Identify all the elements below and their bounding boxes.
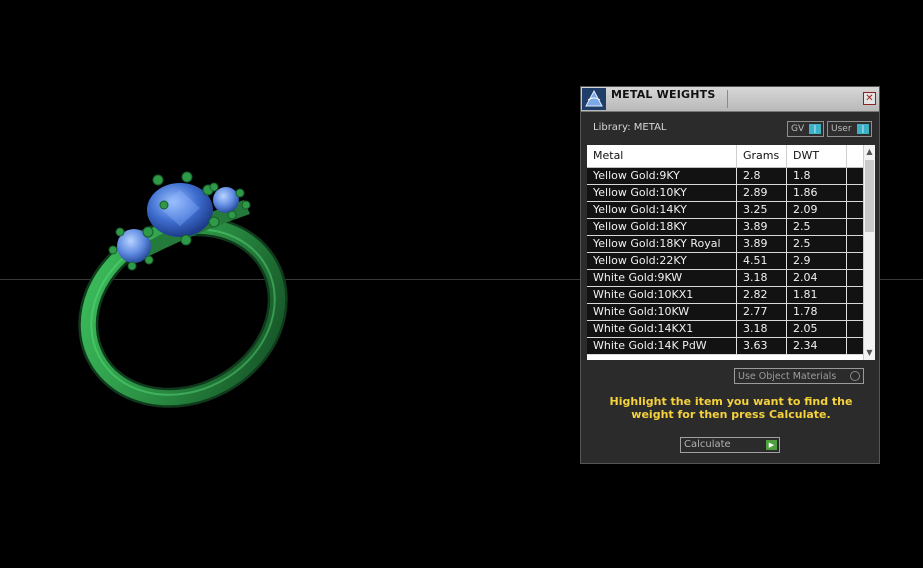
cell-spare [847, 202, 863, 218]
table-row[interactable]: Yellow Gold:10KY 2.89 1.86 [587, 185, 863, 202]
cell-dwt: 1.8 [787, 168, 847, 184]
cell-metal: White Gold:14KX1 [587, 321, 737, 337]
library-label: Library: METAL [593, 122, 667, 133]
calculate-button[interactable]: Calculate ▶ [680, 437, 780, 453]
table-row[interactable]: Yellow Gold:9KY 2.8 1.8 [587, 168, 863, 185]
cell-dwt: 2.05 [787, 321, 847, 337]
table-row[interactable]: Yellow Gold:18KY 3.89 2.5 [587, 219, 863, 236]
app-logo-icon [582, 88, 606, 110]
scroll-up-icon[interactable]: ▲ [864, 147, 875, 157]
table-row[interactable]: White Gold:14K PdW 3.63 2.34 [587, 338, 863, 355]
table-scrollbar[interactable]: ▲ ▼ [863, 145, 875, 360]
table-body: Yellow Gold:9KY 2.8 1.8 Yellow Gold:10KY 2.8… [587, 168, 863, 355]
cell-spare [847, 185, 863, 201]
table-row[interactable]: White Gold:10KW 2.77 1.78 [587, 304, 863, 321]
calculate-label: Calculate [684, 439, 731, 450]
cell-spare [847, 304, 863, 320]
cell-metal: Yellow Gold:22KY [587, 253, 737, 269]
cell-metal: White Gold:14K PdW [587, 338, 737, 354]
cell-spare [847, 287, 863, 303]
user-toggle[interactable]: User | [827, 121, 872, 137]
cell-grams: 3.18 [737, 321, 787, 337]
column-header-grams[interactable]: Grams [737, 145, 787, 167]
table-row[interactable]: White Gold:14KX1 3.18 2.05 [587, 321, 863, 338]
cell-spare [847, 321, 863, 337]
cell-metal: Yellow Gold:18KY Royal [587, 236, 737, 252]
user-toggle-label: User [831, 124, 852, 134]
cell-grams: 3.89 [737, 219, 787, 235]
cell-metal: White Gold:9KW [587, 270, 737, 286]
metal-weights-panel: METAL WEIGHTS ✕ Library: METAL GV | User… [580, 86, 880, 464]
cell-metal: Yellow Gold:10KY [587, 185, 737, 201]
cell-grams: 3.89 [737, 236, 787, 252]
cell-metal: Yellow Gold:18KY [587, 219, 737, 235]
panel-title: METAL WEIGHTS [611, 88, 716, 101]
close-icon[interactable]: ✕ [863, 92, 876, 105]
cell-grams: 3.25 [737, 202, 787, 218]
use-object-materials-checkbox[interactable]: Use Object Materials [734, 368, 864, 384]
cell-spare [847, 253, 863, 269]
cell-metal: Yellow Gold:9KY [587, 168, 737, 184]
cell-grams: 3.63 [737, 338, 787, 354]
cell-dwt: 2.34 [787, 338, 847, 354]
cell-grams: 2.8 [737, 168, 787, 184]
cell-grams: 4.51 [737, 253, 787, 269]
cell-dwt: 1.81 [787, 287, 847, 303]
cell-spare [847, 168, 863, 184]
side-gem-right [213, 187, 239, 213]
column-header-metal[interactable]: Metal [587, 145, 737, 167]
cell-spare [847, 236, 863, 252]
cell-grams: 2.82 [737, 287, 787, 303]
panel-title-bar[interactable]: METAL WEIGHTS ✕ [581, 87, 879, 112]
cell-grams: 2.77 [737, 304, 787, 320]
cell-dwt: 2.5 [787, 219, 847, 235]
title-divider [727, 90, 728, 108]
cell-spare [847, 219, 863, 235]
cell-spare [847, 270, 863, 286]
cell-metal: Yellow Gold:14KY [587, 202, 737, 218]
table-row[interactable]: Yellow Gold:14KY 3.25 2.09 [587, 202, 863, 219]
cell-dwt: 2.04 [787, 270, 847, 286]
play-arrow-icon: ▶ [766, 440, 777, 450]
cell-spare [847, 338, 863, 354]
table-row[interactable]: White Gold:9KW 3.18 2.04 [587, 270, 863, 287]
cell-dwt: 2.5 [787, 236, 847, 252]
radio-circle-icon [850, 371, 860, 381]
toggle-indicator-icon: | [809, 124, 821, 134]
toggle-indicator-icon: | [857, 124, 869, 134]
scroll-thumb[interactable] [865, 160, 874, 232]
table-row[interactable]: Yellow Gold:22KY 4.51 2.9 [587, 253, 863, 270]
cell-dwt: 1.86 [787, 185, 847, 201]
metal-table[interactable]: Metal Grams DWT Yellow Gold:9KY 2.8 1.8 Yel… [587, 145, 875, 360]
scroll-down-icon[interactable]: ▼ [864, 348, 875, 358]
instruction-text: Highlight the item you want to find the … [609, 395, 853, 421]
gv-toggle[interactable]: GV | [787, 121, 824, 137]
table-row[interactable]: White Gold:10KX1 2.82 1.81 [587, 287, 863, 304]
column-header-dwt[interactable]: DWT [787, 145, 847, 167]
cell-metal: White Gold:10KW [587, 304, 737, 320]
table-header: Metal Grams DWT [587, 145, 863, 168]
cell-dwt: 2.09 [787, 202, 847, 218]
use-object-materials-label: Use Object Materials [738, 371, 837, 382]
cell-grams: 3.18 [737, 270, 787, 286]
table-row[interactable]: Yellow Gold:18KY Royal 3.89 2.5 [587, 236, 863, 253]
cell-metal: White Gold:10KX1 [587, 287, 737, 303]
gv-toggle-label: GV [791, 124, 805, 134]
cell-dwt: 1.78 [787, 304, 847, 320]
cell-grams: 2.89 [737, 185, 787, 201]
cell-dwt: 2.9 [787, 253, 847, 269]
